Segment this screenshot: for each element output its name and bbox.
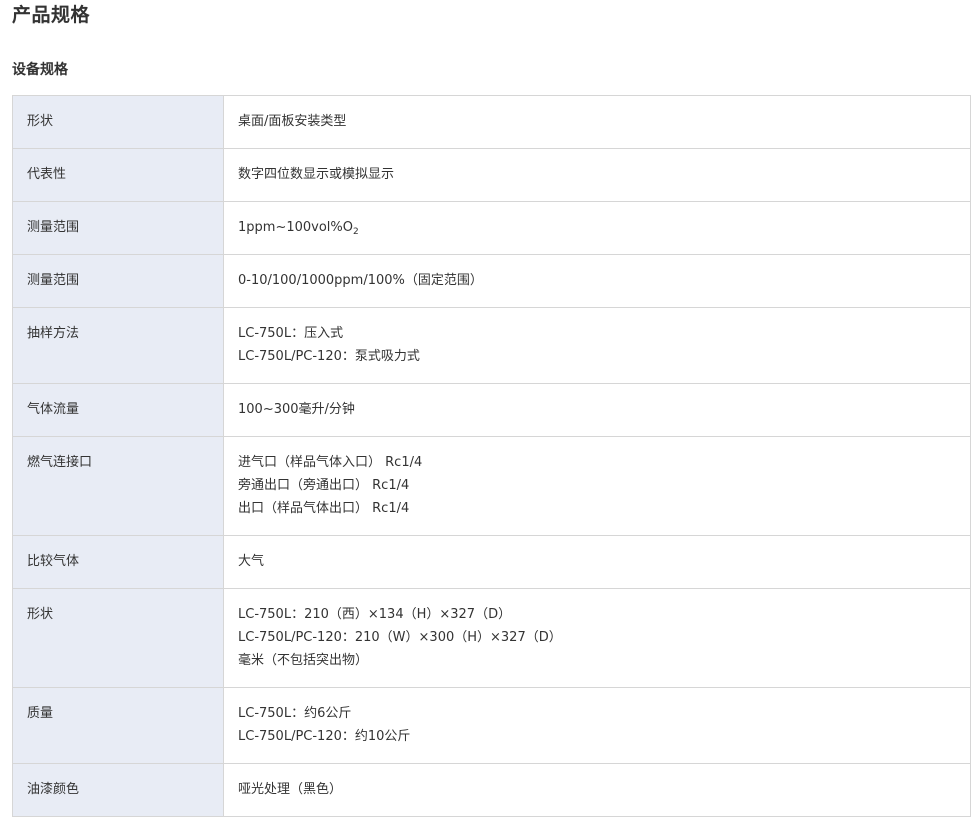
value-line: 旁通出口（旁通出口） Rc1/4 xyxy=(238,478,410,493)
value-line: 出口（样品气体出口） Rc1/4 xyxy=(238,501,410,516)
value-line: 哑光处理（黑色） xyxy=(238,782,343,797)
row-value: LC-750L：压入式 LC-750L/PC-120：泵式吸力式 xyxy=(223,307,971,384)
value-line: 0-10/100/1000ppm/100%（固定范围） xyxy=(238,273,483,288)
value-line: 1ppm~100vol%O2 xyxy=(238,216,956,239)
table-row: 质量 LC-750L：约6公斤 LC-750L/PC-120：约10公斤 xyxy=(12,687,971,764)
row-label: 燃气连接口 xyxy=(12,436,224,536)
table-row: 形状 LC-750L：210（西）×134（H）×327（D） LC-750L/… xyxy=(12,588,971,688)
value-line: 数字四位数显示或模拟显示 xyxy=(238,167,395,182)
row-value: 数字四位数显示或模拟显示 xyxy=(223,148,971,202)
table-row: 抽样方法 LC-750L：压入式 LC-750L/PC-120：泵式吸力式 xyxy=(12,307,971,384)
row-value: LC-750L：约6公斤 LC-750L/PC-120：约10公斤 xyxy=(223,687,971,764)
value-line: 进气口（样品气体入口） Rc1/4 xyxy=(238,455,423,470)
row-label: 气体流量 xyxy=(12,383,224,437)
spec-table: 形状 桌面/面板安装类型 代表性 数字四位数显示或模拟显示 测量范围 1ppm~… xyxy=(12,95,971,817)
value-line: LC-750L/PC-120：泵式吸力式 xyxy=(238,349,420,364)
table-row: 形状 桌面/面板安装类型 xyxy=(12,95,971,149)
row-value: 哑光处理（黑色） xyxy=(223,763,971,817)
row-value: 100~300毫升/分钟 xyxy=(223,383,971,437)
row-label: 形状 xyxy=(12,588,224,688)
row-label: 测量范围 xyxy=(12,254,224,308)
value-line: LC-750L/PC-120：210（W）×300（H）×327（D） xyxy=(238,630,562,645)
row-value: LC-750L：210（西）×134（H）×327（D） LC-750L/PC-… xyxy=(223,588,971,688)
value-line: LC-750L：210（西）×134（H）×327（D） xyxy=(238,607,512,622)
table-row: 测量范围 0-10/100/1000ppm/100%（固定范围） xyxy=(12,254,971,308)
page-title: 产品规格 xyxy=(12,4,91,26)
table-row: 比较气体 大气 xyxy=(12,535,971,589)
row-value: 进气口（样品气体入口） Rc1/4 旁通出口（旁通出口） Rc1/4 出口（样品… xyxy=(223,436,971,536)
section-title: 设备规格 xyxy=(12,62,68,78)
row-label: 形状 xyxy=(12,95,224,149)
table-row: 代表性 数字四位数显示或模拟显示 xyxy=(12,148,971,202)
value-line: 100~300毫升/分钟 xyxy=(238,402,355,417)
row-value: 桌面/面板安装类型 xyxy=(223,95,971,149)
row-value: 大气 xyxy=(223,535,971,589)
row-label: 油漆颜色 xyxy=(12,763,224,817)
value-line: LC-750L/PC-120：约10公斤 xyxy=(238,729,411,744)
value-subscript: 2 xyxy=(353,227,359,237)
value-line: LC-750L：约6公斤 xyxy=(238,706,352,721)
row-value: 0-10/100/1000ppm/100%（固定范围） xyxy=(223,254,971,308)
table-row: 燃气连接口 进气口（样品气体入口） Rc1/4 旁通出口（旁通出口） Rc1/4… xyxy=(12,436,971,536)
row-label: 比较气体 xyxy=(12,535,224,589)
row-label: 抽样方法 xyxy=(12,307,224,384)
row-label: 质量 xyxy=(12,687,224,764)
row-label: 测量范围 xyxy=(12,201,224,255)
table-row: 测量范围 1ppm~100vol%O2 xyxy=(12,201,971,255)
row-label: 代表性 xyxy=(12,148,224,202)
value-line: 桌面/面板安装类型 xyxy=(238,114,347,129)
value-main: 1ppm~100vol%O xyxy=(238,220,353,235)
table-row: 气体流量 100~300毫升/分钟 xyxy=(12,383,971,437)
value-line: LC-750L：压入式 xyxy=(238,326,344,341)
table-row: 油漆颜色 哑光处理（黑色） xyxy=(12,763,971,817)
value-line: 大气 xyxy=(238,554,265,569)
row-value: 1ppm~100vol%O2 xyxy=(223,201,971,255)
value-line: 毫米（不包括突出物） xyxy=(238,653,369,668)
